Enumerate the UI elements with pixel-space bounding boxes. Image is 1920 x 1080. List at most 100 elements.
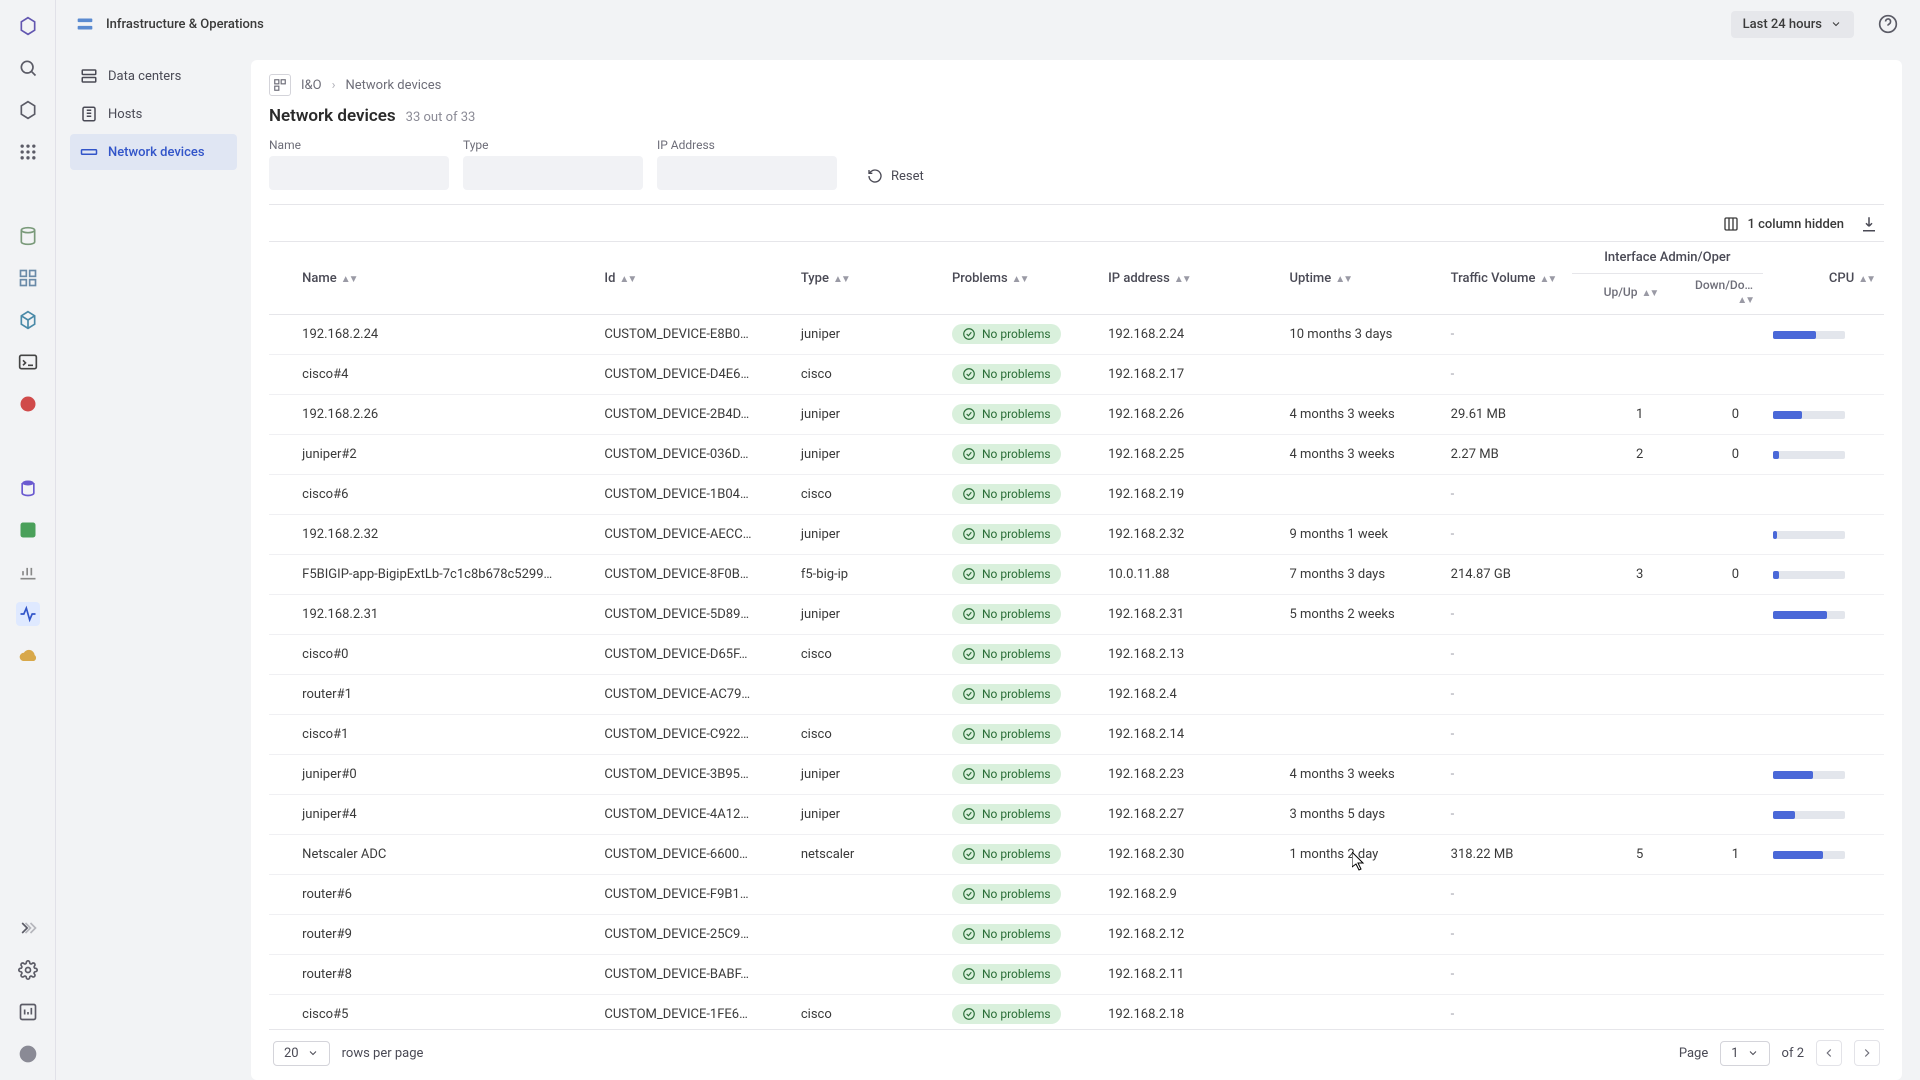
cell-type: cisco [791,995,942,1030]
cell-name: cisco#5 [292,995,594,1030]
cube-icon[interactable] [16,308,40,332]
breadcrumb-current[interactable]: Network devices [345,78,441,93]
table-row[interactable]: juniper#4 CUSTOM_DEVICE-4A12… juniper No… [269,795,1884,835]
database-2-icon[interactable] [16,476,40,500]
alert-icon[interactable] [16,392,40,416]
expand-rail-icon[interactable] [16,916,40,940]
col-type[interactable]: Type▲▼ [791,242,942,315]
col-traffic[interactable]: Traffic Volume▲▼ [1441,242,1572,315]
breadcrumb-menu-icon[interactable] [269,74,291,96]
cell-cpu [1763,795,1884,835]
table-row[interactable]: Netscaler ADC CUSTOM_DEVICE-6600… netsca… [269,835,1884,875]
prev-page-button[interactable] [1816,1040,1842,1066]
table-row[interactable]: 192.168.2.32 CUSTOM_DEVICE-AECC… juniper… [269,515,1884,555]
chart-icon[interactable] [16,560,40,584]
check-circle-icon [962,327,976,341]
sidebar-item-label: Network devices [108,145,205,160]
table-row[interactable]: juniper#0 CUSTOM_DEVICE-3B95… juniper No… [269,755,1884,795]
status-badge: No problems [952,1004,1061,1024]
check-circle-icon [962,727,976,741]
cell-upup [1572,475,1668,515]
help-button[interactable] [1874,10,1902,38]
table-row[interactable]: router#9 CUSTOM_DEVICE-25C9… No problems… [269,915,1884,955]
cell-id: CUSTOM_DEVICE-2B4D… [594,395,790,435]
cell-ip: 192.168.2.25 [1098,435,1279,475]
col-name[interactable]: Name▲▼ [292,242,594,315]
check-icon[interactable] [16,518,40,542]
table-row[interactable]: 192.168.2.24 CUSTOM_DEVICE-E8B0… juniper… [269,315,1884,355]
cloud-icon[interactable] [16,644,40,668]
cell-traffic: - [1441,475,1572,515]
status-badge: No problems [952,564,1061,584]
filter-type-input[interactable] [463,156,643,190]
reset-filters-button[interactable]: Reset [857,162,934,190]
col-ip[interactable]: IP address▲▼ [1098,242,1279,315]
columns-icon [1723,216,1739,232]
next-page-button[interactable] [1854,1040,1880,1066]
col-iface-down[interactable]: Down/Do…▲▼ [1667,274,1763,315]
table-row[interactable]: cisco#0 CUSTOM_DEVICE-D65F… cisco No pro… [269,635,1884,675]
database-icon[interactable] [16,224,40,248]
col-uptime[interactable]: Uptime▲▼ [1279,242,1440,315]
col-problems[interactable]: Problems▲▼ [942,242,1098,315]
cell-id: CUSTOM_DEVICE-D4E6… [594,355,790,395]
table-row[interactable]: juniper#2 CUSTOM_DEVICE-036D… juniper No… [269,435,1884,475]
cell-type [791,875,942,915]
cell-down [1667,715,1763,755]
apps-grid-icon[interactable] [16,140,40,164]
cell-name: juniper#2 [292,435,594,475]
observe-icon[interactable] [16,602,40,626]
filter-name-label: Name [269,138,449,152]
table-footer: 20 rows per page Page 1 of 2 [269,1029,1884,1080]
status-badge: No problems [952,484,1061,504]
table-row[interactable]: 192.168.2.26 CUSTOM_DEVICE-2B4D… juniper… [269,395,1884,435]
page-number-select[interactable]: 1 [1720,1041,1769,1066]
col-cpu[interactable]: CPU▲▼ [1763,242,1884,315]
cell-name: router#9 [292,915,594,955]
cell-traffic: - [1441,955,1572,995]
columns-hidden-button[interactable]: 1 column hidden [1723,216,1844,232]
hexagon-icon[interactable] [16,98,40,122]
table-row[interactable]: router#6 CUSTOM_DEVICE-F9B1… No problems… [269,875,1884,915]
page-size-value: 20 [284,1046,299,1061]
table-row[interactable]: 192.168.2.31 CUSTOM_DEVICE-5D89… juniper… [269,595,1884,635]
terminal-icon[interactable] [16,350,40,374]
cell-ip: 192.168.2.24 [1098,315,1279,355]
page-size-select[interactable]: 20 [273,1041,330,1066]
col-iface-upup[interactable]: Up/Up▲▼ [1572,274,1668,315]
search-icon[interactable] [16,56,40,80]
sidebar-item-hosts[interactable]: Hosts [70,96,237,132]
download-button[interactable] [1860,215,1878,233]
status-badge: No problems [952,604,1061,624]
table-row[interactable]: cisco#4 CUSTOM_DEVICE-D4E6… cisco No pro… [269,355,1884,395]
table-row[interactable]: cisco#1 CUSTOM_DEVICE-C922… cisco No pro… [269,715,1884,755]
sidebar-item-datacenters[interactable]: Data centers [70,58,237,94]
filter-ip-input[interactable] [657,156,837,190]
table-row[interactable]: router#1 CUSTOM_DEVICE-AC79… No problems… [269,675,1884,715]
cell-type: juniper [791,515,942,555]
brand-logo-icon[interactable] [16,14,40,38]
cell-cpu [1763,995,1884,1030]
grid-icon[interactable] [16,266,40,290]
filter-name-input[interactable] [269,156,449,190]
analytics-icon[interactable] [16,1000,40,1024]
sidebar-item-network-devices[interactable]: Network devices [70,134,237,170]
cell-cpu [1763,715,1884,755]
cell-traffic: - [1441,355,1572,395]
breadcrumb-root[interactable]: I&O [301,78,322,93]
table-row[interactable]: cisco#5 CUSTOM_DEVICE-1FE6… cisco No pro… [269,995,1884,1030]
user-avatar-icon[interactable] [16,1042,40,1066]
table-row[interactable]: F5BIGIP-app-BigipExtLb-7c1c8b678c5299… C… [269,555,1884,595]
table-row[interactable]: router#8 CUSTOM_DEVICE-BABF… No problems… [269,955,1884,995]
table-row[interactable]: cisco#6 CUSTOM_DEVICE-1B04… cisco No pro… [269,475,1884,515]
cell-id: CUSTOM_DEVICE-F9B1… [594,875,790,915]
cell-cpu [1763,315,1884,355]
cell-type: cisco [791,715,942,755]
table-container[interactable]: Name▲▼ Id▲▼ Type▲▼ Problems▲▼ IP address… [269,241,1884,1029]
gear-icon[interactable] [16,958,40,982]
col-id[interactable]: Id▲▼ [594,242,790,315]
timeframe-selector[interactable]: Last 24 hours [1731,11,1854,38]
chevron-right-icon [1860,1046,1874,1060]
chevron-left-icon [1822,1046,1836,1060]
cell-cpu [1763,755,1884,795]
